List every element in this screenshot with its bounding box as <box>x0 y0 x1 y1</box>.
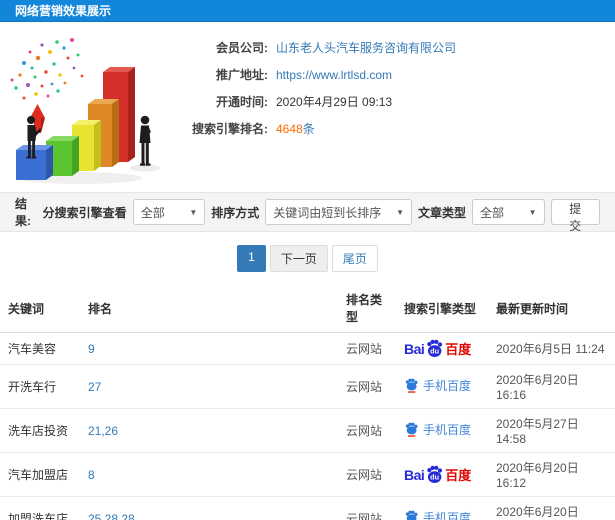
mobile-baidu-paw-icon <box>405 422 418 437</box>
table-row: 洗车店投资 21,26 云网站 手机百度 2020年5月27日 14:58 <box>0 408 615 453</box>
rank-cell[interactable]: 9 <box>80 332 338 365</box>
rank-type-cell: 云网站 <box>338 364 396 409</box>
engine-filter-label: 分搜索引擎查看 <box>42 205 127 220</box>
promotion-url-link[interactable]: https://www.lrtlsd.com <box>276 68 392 82</box>
result-label: 结果: <box>15 197 31 228</box>
url-label: 推广地址: <box>216 68 268 82</box>
table-row: 加盟洗车店 25,28,28 云网站 手机百度 2020年6月20日 16:11 <box>0 496 615 520</box>
filter-bar: 结果: 分搜索引擎查看 全部 ▼ 排序方式 关键词由短到长排序 ▼ 文章类型 全… <box>0 192 615 233</box>
businessman-right <box>139 115 151 166</box>
chevron-down-icon: ▼ <box>528 207 537 217</box>
rank-type-cell: 云网站 <box>338 452 396 497</box>
info-row-company: 会员公司: 山东老人头汽车服务咨询有限公司 <box>190 34 615 61</box>
confetti <box>10 38 84 100</box>
keyword-cell: 汽车美容 <box>0 332 80 365</box>
header-updated: 最新更新时间 <box>488 284 615 333</box>
open-time-value: 2020年4月29日 09:13 <box>276 95 393 109</box>
chevron-down-icon: ▼ <box>189 207 198 217</box>
updated-cell: 2020年6月5日 11:24 <box>488 332 615 365</box>
bar-chart-illustration <box>10 38 160 184</box>
company-info: 会员公司: 山东老人头汽车服务咨询有限公司 推广地址: https://www.… <box>190 22 615 142</box>
table-row: 汽车加盟店 8 云网站 Bai du 百度 2020年6月20日 16:12 <box>0 452 615 497</box>
mobile-baidu-logo: 手机百度 <box>404 509 471 520</box>
baidu-paw-icon: du <box>427 339 443 357</box>
baidu-paw-icon: du <box>427 465 443 483</box>
keyword-cell: 加盟洗车店 <box>0 496 80 520</box>
mobile-baidu-logo: 手机百度 <box>404 377 471 394</box>
baidu-logo: Bai du 百度 <box>404 339 472 357</box>
mobile-baidu-paw-icon <box>405 378 418 393</box>
article-type-select-value: 全部 <box>480 205 505 220</box>
ranking-count-unit: 条 <box>302 122 315 136</box>
ranking-count-value: 4648 <box>276 121 303 136</box>
page-1-button[interactable]: 1 <box>237 245 266 272</box>
rank-type-cell: 云网站 <box>338 408 396 453</box>
mobile-baidu-logo: 手机百度 <box>404 421 471 438</box>
header-engine-type: 搜索引擎类型 <box>396 284 488 333</box>
keyword-cell: 汽车加盟店 <box>0 452 80 497</box>
keyword-cell: 洗车店投资 <box>0 408 80 453</box>
header-rank-type: 排名类型 <box>338 284 396 333</box>
open-time-label: 开通时间: <box>216 95 268 109</box>
updated-cell: 2020年5月27日 14:58 <box>488 408 615 453</box>
sort-select-value: 关键词由短到长排序 <box>273 205 382 220</box>
engine-cell: 手机百度 <box>396 408 488 453</box>
table-row: 开洗车行 27 云网站 手机百度 2020年6月20日 16:16 <box>0 364 615 409</box>
svg-text:du: du <box>430 473 439 482</box>
updated-cell: 2020年6月20日 16:16 <box>488 364 615 409</box>
rankings-table: 关键词 排名 排名类型 搜索引擎类型 最新更新时间 汽车美容 9 云网站 Bai… <box>0 284 615 520</box>
updated-cell: 2020年6月20日 16:12 <box>488 452 615 497</box>
info-row-ranking-count: 搜索引擎排名: 4648 条 <box>190 115 615 142</box>
ranking-count-label: 搜索引擎排名: <box>192 122 268 136</box>
mobile-baidu-paw-icon <box>405 510 418 520</box>
article-type-label: 文章类型 <box>417 205 466 220</box>
table-row: 汽车美容 9 云网站 Bai du 百度 2020年6月5日 11:24 <box>0 332 615 365</box>
updated-cell: 2020年6月20日 16:11 <box>488 496 615 520</box>
rank-cell[interactable]: 27 <box>80 364 338 409</box>
header-rank: 排名 <box>80 284 338 333</box>
last-page-button[interactable]: 尾页 <box>331 245 378 272</box>
baidu-logo: Bai du 百度 <box>404 465 472 483</box>
rank-cell[interactable]: 8 <box>80 452 338 497</box>
pagination: 1 下一页 尾页 <box>0 232 615 284</box>
submit-button[interactable]: 提交 <box>550 199 600 233</box>
info-section: 会员公司: 山东老人头汽车服务咨询有限公司 推广地址: https://www.… <box>0 22 615 192</box>
rank-cell[interactable]: 25,28,28 <box>80 496 338 520</box>
info-row-url: 推广地址: https://www.lrtlsd.com <box>190 61 615 88</box>
rank-type-cell: 云网站 <box>338 496 396 520</box>
engine-cell: 手机百度 <box>396 496 488 520</box>
sort-select[interactable]: 关键词由短到长排序 ▼ <box>265 199 412 225</box>
rank-type-cell: 云网站 <box>338 332 396 365</box>
engine-cell: 手机百度 <box>396 364 488 409</box>
engine-cell: Bai du 百度 <box>396 332 488 365</box>
header-keyword: 关键词 <box>0 284 80 333</box>
engine-cell: Bai du 百度 <box>396 452 488 497</box>
article-type-select[interactable]: 全部 ▼ <box>472 199 545 225</box>
keyword-cell: 开洗车行 <box>0 364 80 409</box>
svg-text:du: du <box>430 347 439 356</box>
next-page-button[interactable]: 下一页 <box>269 245 328 272</box>
sort-filter-label: 排序方式 <box>211 205 260 220</box>
filter-controls: 分搜索引擎查看 全部 ▼ 排序方式 关键词由短到长排序 ▼ 文章类型 全部 ▼ … <box>42 199 600 233</box>
company-link[interactable]: 山东老人头汽车服务咨询有限公司 <box>276 39 456 56</box>
chevron-down-icon: ▼ <box>396 207 404 217</box>
engine-select-value: 全部 <box>140 205 165 220</box>
page-title: 网络营销效果展示 <box>0 0 615 22</box>
info-row-open-time: 开通时间: 2020年4月29日 09:13 <box>190 88 615 115</box>
table-header-row: 关键词 排名 排名类型 搜索引擎类型 最新更新时间 <box>0 284 615 333</box>
engine-select[interactable]: 全部 ▼ <box>132 199 206 225</box>
company-label: 会员公司: <box>216 41 268 55</box>
rank-cell[interactable]: 21,26 <box>80 408 338 453</box>
